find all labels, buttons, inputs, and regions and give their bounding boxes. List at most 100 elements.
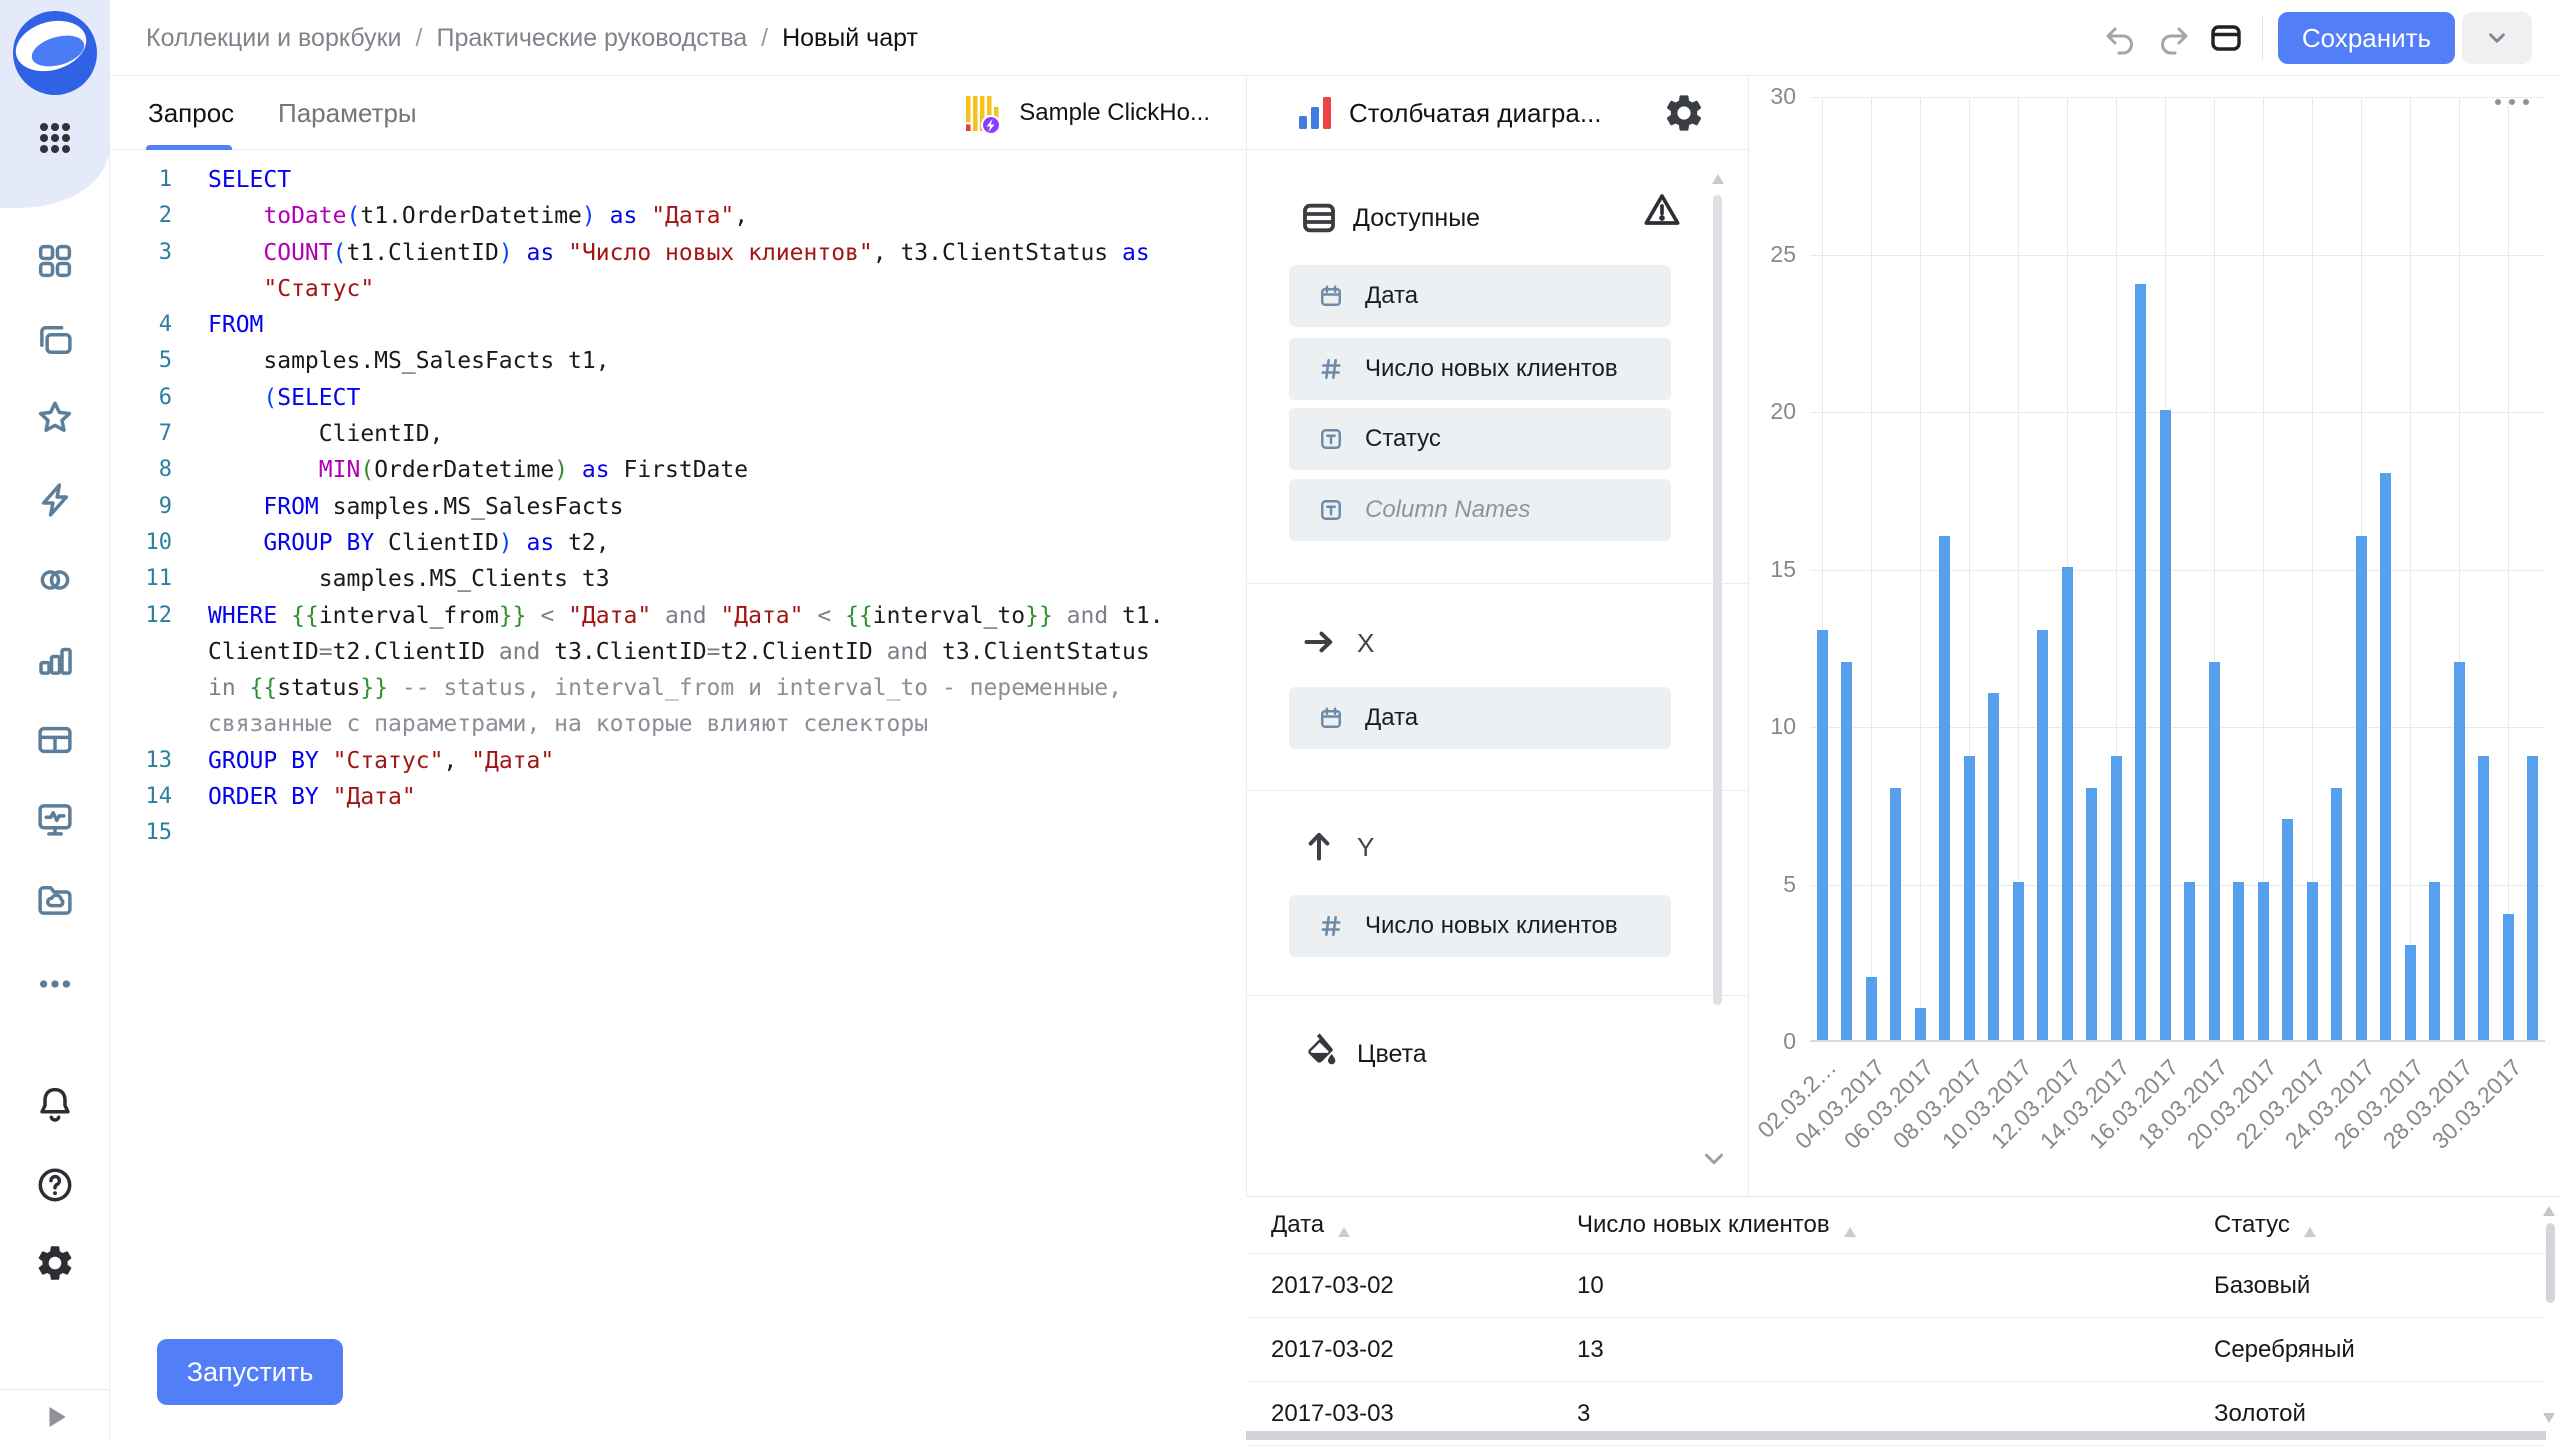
bar xyxy=(2086,788,2097,1040)
field-chip-label: Дата xyxy=(1365,704,1418,732)
table-column-header[interactable]: Число новых клиентов xyxy=(1577,1197,1858,1253)
code-text: samples.MS_Clients t3 xyxy=(172,561,610,597)
code-line[interactable]: ClientID=t2.ClientID and t3.ClientID=t2.… xyxy=(110,634,1230,670)
line-number: 1 xyxy=(110,162,172,198)
code-line[interactable]: 15 xyxy=(110,815,1230,851)
y-tick-label: 5 xyxy=(1749,871,1796,898)
y-tick-label: 0 xyxy=(1749,1028,1796,1055)
bell-icon[interactable] xyxy=(31,1080,79,1128)
field-chip[interactable]: Статус xyxy=(1289,408,1671,470)
field-chip[interactable]: Число новых клиентов xyxy=(1289,338,1671,400)
lightning-icon[interactable] xyxy=(31,476,79,524)
code-area[interactable]: 1SELECT2 toDate(t1.OrderDatetime) as "Да… xyxy=(110,162,1230,852)
bar xyxy=(2111,756,2122,1040)
code-line[interactable]: 5 samples.MS_SalesFacts t1, xyxy=(110,343,1230,379)
bar xyxy=(2233,882,2244,1040)
sql-editor[interactable]: 1SELECT2 toDate(t1.OrderDatetime) as "Да… xyxy=(110,150,1246,1440)
code-text: GROUP BY "Статус", "Дата" xyxy=(172,743,554,779)
line-number: 13 xyxy=(110,743,172,779)
folder-cloud-icon[interactable] xyxy=(31,876,79,924)
code-line[interactable]: 13GROUP BY "Статус", "Дата" xyxy=(110,743,1230,779)
code-text: toDate(t1.OrderDatetime) as "Дата", xyxy=(172,198,748,234)
undo-icon[interactable] xyxy=(2102,20,2138,56)
table-column-header[interactable]: Дата xyxy=(1271,1197,1352,1253)
code-text: "Статус" xyxy=(172,271,374,307)
code-line[interactable]: 10 GROUP BY ClientID) as t2, xyxy=(110,525,1230,561)
field-chip-label: Column Names xyxy=(1365,496,1530,524)
pairs-icon[interactable] xyxy=(31,556,79,604)
connection-selector[interactable]: Sample ClickHo... xyxy=(961,90,1210,136)
monitor-icon[interactable] xyxy=(31,795,79,843)
code-text: MIN(OrderDatetime) as FirstDate xyxy=(172,452,748,488)
column-chart-icon[interactable] xyxy=(1295,92,1337,134)
run-button[interactable]: Запустить xyxy=(157,1339,343,1405)
collections-icon[interactable] xyxy=(31,316,79,364)
table-scroll-down-icon[interactable] xyxy=(2542,1412,2556,1424)
code-line[interactable]: 11 samples.MS_Clients t3 xyxy=(110,561,1230,597)
visualization-title[interactable]: Столбчатая диагра... xyxy=(1349,76,1602,150)
y-tick-label: 25 xyxy=(1749,241,1796,268)
tab-params[interactable]: Параметры xyxy=(278,76,417,150)
breadcrumb[interactable]: Коллекции и воркбуки/Практические руково… xyxy=(146,0,918,76)
code-line[interactable]: 14ORDER BY "Дата" xyxy=(110,779,1230,815)
table-icon[interactable] xyxy=(31,716,79,764)
code-line[interactable]: 12WHERE {{interval_from}} < "Дата" and "… xyxy=(110,598,1230,634)
star-icon[interactable] xyxy=(31,394,79,442)
code-line[interactable]: in {{status}} -- status, interval_from и… xyxy=(110,670,1230,706)
field-chip[interactable]: Число новых клиентов xyxy=(1289,895,1671,957)
save-button[interactable]: Сохранить xyxy=(2278,12,2455,64)
chart-settings-gear-icon[interactable] xyxy=(1662,91,1706,135)
bar xyxy=(2454,662,2465,1040)
gear-icon[interactable] xyxy=(31,1239,79,1287)
redo-icon[interactable] xyxy=(2156,20,2192,56)
field-chip[interactable]: Column Names xyxy=(1289,479,1671,541)
code-line[interactable]: "Статус" xyxy=(110,271,1230,307)
panel-scrollbar[interactable] xyxy=(1713,195,1722,1005)
datalens-logo-icon[interactable] xyxy=(11,9,99,97)
code-line[interactable]: 7 ClientID, xyxy=(110,416,1230,452)
table-cell: 10 xyxy=(1577,1254,1604,1318)
table-cell: 13 xyxy=(1577,1318,1604,1382)
grid-icon[interactable] xyxy=(31,237,79,285)
table-cell: 2017-03-02 xyxy=(1271,1318,1394,1382)
bars-icon[interactable] xyxy=(31,636,79,684)
breadcrumb-link[interactable]: Практические руководства xyxy=(436,24,747,53)
tab-query[interactable]: Запрос xyxy=(148,76,234,150)
chart-menu-dots-icon[interactable] xyxy=(2490,88,2534,116)
line-number: 14 xyxy=(110,779,172,815)
field-chip-label: Число новых клиентов xyxy=(1365,912,1618,940)
code-line[interactable]: 9 FROM samples.MS_SalesFacts xyxy=(110,489,1230,525)
bar xyxy=(2429,882,2440,1040)
code-line[interactable]: 2 toDate(t1.OrderDatetime) as "Дата", xyxy=(110,198,1230,234)
line-number xyxy=(110,271,172,307)
line-number: 8 xyxy=(110,452,172,488)
expand-sidebar-icon[interactable] xyxy=(42,1402,72,1432)
apps-grid-icon[interactable] xyxy=(31,114,79,162)
code-line[interactable]: 1SELECT xyxy=(110,162,1230,198)
available-fields-title: Доступные xyxy=(1353,204,1480,233)
table-vertical-scrollbar[interactable] xyxy=(2546,1223,2555,1303)
divider xyxy=(2262,15,2263,61)
more-dots-icon[interactable] xyxy=(31,960,79,1008)
help-icon[interactable] xyxy=(31,1161,79,1209)
table-column-header[interactable]: Статус xyxy=(2214,1197,2318,1253)
field-chip[interactable]: Дата xyxy=(1289,265,1671,327)
table-scroll-up-icon[interactable] xyxy=(2542,1205,2556,1217)
breadcrumb-link[interactable]: Коллекции и воркбуки xyxy=(146,24,402,53)
table-cell: 2017-03-02 xyxy=(1271,1254,1394,1318)
line-number: 15 xyxy=(110,815,172,851)
field-chip[interactable]: Дата xyxy=(1289,687,1671,749)
code-line[interactable]: 4FROM xyxy=(110,307,1230,343)
scroll-up-icon[interactable] xyxy=(1710,172,1726,186)
panel-card-icon[interactable] xyxy=(2208,20,2244,56)
code-line[interactable]: связанные с параметрами, на которые влия… xyxy=(110,706,1230,742)
warning-icon[interactable] xyxy=(1642,190,1682,230)
save-options-button[interactable] xyxy=(2462,12,2532,64)
code-line[interactable]: 8 MIN(OrderDatetime) as FirstDate xyxy=(110,452,1230,488)
code-line[interactable]: 3 COUNT(t1.ClientID) as "Число новых кли… xyxy=(110,235,1230,271)
code-line[interactable]: 6 (SELECT xyxy=(110,380,1230,416)
visualization-panel: Столбчатая диагра... Доступные Дата Число… xyxy=(1246,76,1749,1196)
table-horizontal-scrollbar[interactable] xyxy=(1246,1431,2546,1440)
bar xyxy=(2184,882,2195,1040)
panel-chevron-down-icon[interactable] xyxy=(1699,1144,1729,1174)
